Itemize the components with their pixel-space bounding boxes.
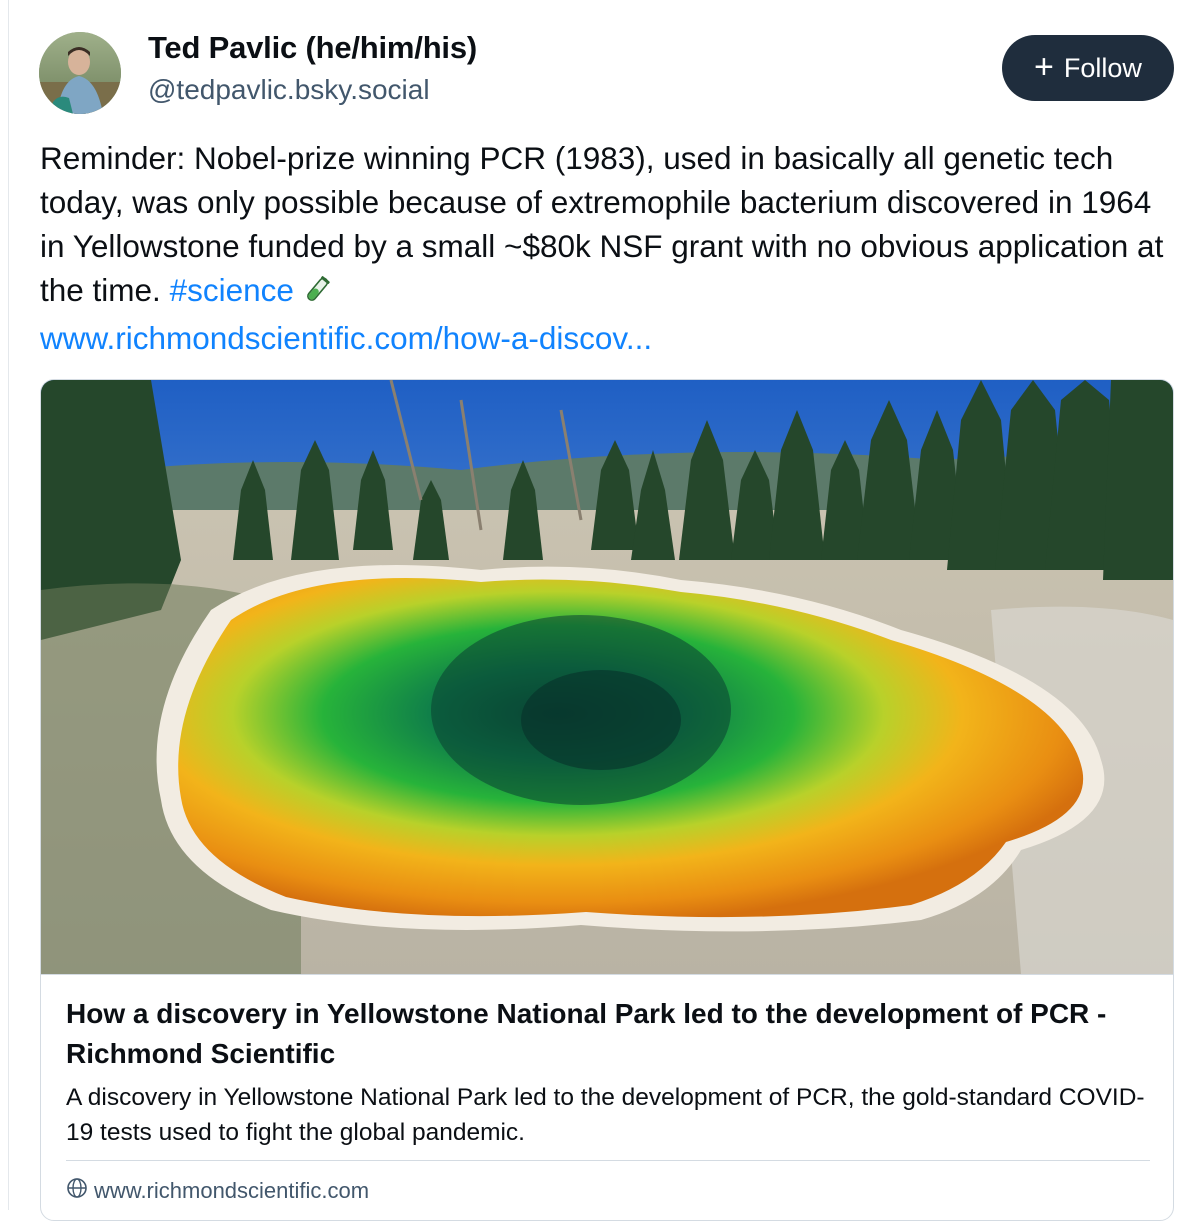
card-image-divider (41, 974, 1173, 975)
card-description: A discovery in Yellowstone National Park… (66, 1084, 1145, 1146)
card-domain: www.richmondscientific.com (94, 1178, 370, 1203)
post-body: Reminder: Nobel-prize winning PCR (1983)… (40, 136, 1180, 360)
card-footer-divider (66, 1160, 1150, 1161)
post-link[interactable]: www.richmondscientific.com/how-a-discov.… (40, 316, 1180, 360)
link-preview-card[interactable]: How a discovery in Yellowstone National … (40, 379, 1174, 1221)
follow-button[interactable]: + Follow (1002, 35, 1174, 101)
card-title[interactable]: How a discovery in Yellowstone National … (66, 994, 1146, 1074)
card-domain-row: www.richmondscientific.com (66, 1177, 369, 1205)
test-tube-icon (302, 272, 332, 316)
follow-button-label: Follow (1063, 52, 1142, 83)
hashtag-link[interactable]: #science (170, 272, 294, 308)
globe-icon (66, 1177, 88, 1205)
avatar-photo (39, 32, 121, 114)
card-thumbnail-image (41, 380, 1173, 974)
plus-icon: + (1034, 47, 1054, 86)
author-avatar[interactable] (39, 32, 121, 114)
author-display-name[interactable]: Ted Pavlic (he/him/his) (148, 30, 477, 66)
author-handle[interactable]: @tedpavlic.bsky.social (148, 74, 430, 106)
